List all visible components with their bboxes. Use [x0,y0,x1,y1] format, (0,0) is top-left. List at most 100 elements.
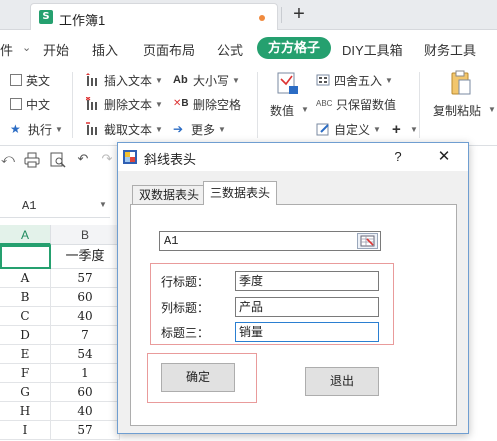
redo-partial-icon[interactable]: ⤺ [0,152,16,168]
dialog-titlebar[interactable]: 斜线表头 ? ✕ [118,143,468,171]
column-header-a[interactable]: A [0,225,51,245]
table-cell[interactable]: C [0,307,51,326]
redo-icon[interactable]: ↷ [99,152,115,168]
insert-text-button[interactable]: 插入文本 ▼ [86,70,163,90]
tab-insert[interactable]: 插入 [92,40,118,59]
help-button[interactable]: ? [388,147,408,167]
app-icon [123,150,137,164]
insert-text-label: 插入文本 [104,73,153,88]
tab-file[interactable]: 件 [0,40,13,59]
cell-ref-input[interactable]: A1 [159,231,381,251]
table-cell[interactable]: 60 [51,288,120,307]
table-cell[interactable]: H [0,402,51,421]
clipboard-icon [450,70,472,96]
custom-edit-icon [316,122,330,136]
add-icon[interactable]: + [392,119,401,139]
more-label: 更多 [191,122,216,137]
execute-button[interactable]: ★ 执行 ▼ [10,119,63,139]
cell-b1[interactable]: 一季度 [51,245,120,269]
number-value-icon [277,72,299,96]
number-value-label: 数值 [270,104,295,118]
chevron-down-icon: ▼ [373,124,381,134]
tab-page-layout[interactable]: 页面布局 [143,40,195,59]
tab-triple-header[interactable]: 三数据表头 [203,181,278,205]
title3-label: 标题三： [161,326,210,340]
more-button[interactable]: ➔ 更多 ▼ [173,119,226,139]
chinese-checkbox[interactable]: 中文 [10,94,50,114]
table-cell[interactable]: 7 [51,326,120,345]
tab-start[interactable]: 开始 [43,40,69,59]
exit-button[interactable]: 退出 [305,367,379,396]
chevron-down-icon: ▼ [488,105,496,114]
table-cell[interactable]: 57 [51,421,120,440]
star-icon: ★ [10,122,21,136]
number-value-button[interactable]: 数值 ▼ [268,68,309,130]
table-cell[interactable]: B [0,288,51,307]
cell-a1[interactable] [0,245,51,269]
custom-button[interactable]: 自定义 ▼ [316,119,381,139]
case-label: 大小写 [193,73,230,88]
checkbox-box [10,74,22,86]
chevron-down-icon[interactable]: ▼ [99,200,107,209]
undo-icon[interactable]: ↶ [75,152,91,168]
print-preview-icon[interactable] [50,152,66,168]
tab-double-header[interactable]: 双数据表头 [132,185,207,205]
table-cell[interactable]: 57 [51,269,120,288]
ribbon-tabs: 件 ⌄ 开始 插入 页面布局 公式 方方格子 DIY工具箱 财务工具 [0,34,497,62]
row-title-label: 行标题： [161,275,210,289]
diagonal-header-dialog: 斜线表头 ? ✕ 双数据表头 三数据表头 A1 行标题： 季度 列标题： 产品 … [117,142,469,434]
col-title-input[interactable]: 产品 [235,297,379,317]
ok-button[interactable]: 确定 [161,363,235,392]
round-icon [316,73,330,87]
group-divider [72,72,73,138]
title3-input[interactable]: 销量 [235,322,379,342]
document-tab[interactable]: S 工作簿1 [30,3,278,30]
tab-panel: A1 行标题： 季度 列标题： 产品 标题三： 销量 确定 退出 [130,204,457,426]
table-cell[interactable]: 60 [51,383,120,402]
delete-text-button[interactable]: 删除文本 ▼ [85,94,163,114]
table-cell[interactable]: 40 [51,402,120,421]
copy-paste-button[interactable]: 复制粘贴 ▼ [430,68,496,130]
name-box[interactable]: A1 ▼ [0,194,110,218]
table-cell[interactable]: G [0,383,51,402]
table-cell[interactable]: F [0,364,51,383]
new-tab-button[interactable]: + [288,3,310,25]
round-button[interactable]: 四舍五入 ▼ [316,70,393,90]
chevron-down-icon: ▼ [218,124,226,134]
column-header-b[interactable]: B [51,225,120,245]
table-cell[interactable]: E [0,345,51,364]
range-select-icon[interactable] [357,233,378,249]
tab-formula[interactable]: 公式 [217,40,243,59]
english-checkbox-label: 英文 [26,73,51,88]
tab-strip: S 工作簿1 + [0,0,497,30]
custom-label: 自定义 [334,122,371,137]
quick-toolbar: ⤺ ↶ ↷ [0,147,120,173]
tab-ffcell[interactable]: 方方格子 [257,37,332,59]
table-cell[interactable]: I [0,421,51,440]
table-cell[interactable]: 54 [51,345,120,364]
extract-text-label: 截取文本 [104,122,153,137]
col-title-label: 列标题： [161,301,210,315]
english-checkbox[interactable]: 英文 [10,70,50,90]
extract-text-button[interactable]: 截取文本 ▼ [86,119,163,139]
chevron-down-icon[interactable]: ⌄ [22,41,31,54]
table-cell[interactable]: D [0,326,51,345]
chevron-down-icon: ▼ [55,124,63,134]
keep-number-button[interactable]: ABC 只保留数值 [316,94,396,114]
print-icon[interactable] [24,152,40,168]
delete-space-button[interactable]: ✕B 删除空格 [173,94,241,114]
chevron-down-icon: ▼ [155,99,163,109]
chevron-down-icon[interactable]: ▼ [407,119,418,139]
close-button[interactable]: ✕ [432,147,456,167]
arrow-right-icon: ➔ [173,122,184,136]
cell-ref-value: A1 [164,234,179,248]
case-button[interactable]: Ab 大小写 ▼ [173,70,240,90]
table-cell[interactable]: A [0,269,51,288]
tab-diy-toolbox[interactable]: DIY工具箱 [342,40,403,59]
table-cell[interactable]: 40 [51,307,120,326]
table-cell[interactable]: 1 [51,364,120,383]
keep-number-icon: ABC [316,99,333,108]
insert-text-icon [86,73,100,87]
tab-finance[interactable]: 财务工具 [424,40,476,59]
row-title-input[interactable]: 季度 [235,271,379,291]
